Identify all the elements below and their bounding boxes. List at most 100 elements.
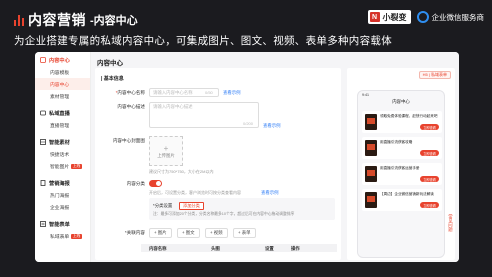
sidebar-group-label: 智能表单 (49, 221, 70, 228)
sidebar-item-content-center[interactable]: 内容中心 (35, 78, 90, 90)
sidebar-group-poster[interactable]: 营销海报 (35, 177, 90, 189)
brand-subtitle: -内容中心 (90, 15, 138, 27)
upload-label: 上传图片 (157, 152, 175, 158)
sidebar-item-label: 热门海报 (50, 193, 70, 199)
card-view-button[interactable]: 立即查看 (420, 150, 439, 156)
brand-title: 内容营销 (28, 12, 86, 28)
category-toggle[interactable] (149, 180, 162, 187)
col-action: 操作 (291, 245, 300, 251)
sidebar-group-label: 智能素材 (49, 139, 70, 146)
new-badge: 上线 (71, 233, 82, 239)
sidebar-group-smart-material[interactable]: 智能素材 (35, 136, 90, 148)
section-title-text: 基本信息 (103, 76, 124, 82)
sidebar-item-material[interactable]: 素材管理 (35, 90, 90, 102)
sidebar-item-label: 快捷话术 (50, 152, 70, 158)
sidebar-group-label: 内容中心 (49, 57, 70, 64)
desc-placeholder: 请输入内容中心描述 (153, 104, 193, 109)
partner-logos: N 小裂变 企业微信服务商 (367, 10, 485, 24)
add-image-button[interactable]: + 图片 (149, 228, 172, 238)
add-category-button[interactable]: 添加分类 (179, 202, 204, 210)
related-content-label: *关联内容 (124, 230, 145, 235)
category-setting-label: *分类设置 (153, 203, 173, 208)
sidebar-item-quick-reply[interactable]: 快捷话术 (35, 148, 90, 160)
sidebar-group-form[interactable]: 智能表单 (35, 218, 90, 230)
category-setting-box: *分类设置 添加分类 注：最多可添加20个分类，分类名称最多10个字，超过后可在… (149, 198, 335, 220)
name-label: *内容中心名称 (115, 90, 145, 95)
phone-mockup: 9:41 内容中心 领取免费体验课程，赶快行动起来吧 立即查看 用直播引流获客攻… (357, 90, 445, 258)
new-badge: 上线 (71, 163, 82, 169)
desc-example-link[interactable]: 查看示例 (263, 123, 281, 129)
wecom-logo: 企业微信服务商 (416, 11, 485, 23)
card-thumbnail (365, 114, 377, 130)
content-center-icon (40, 57, 46, 63)
sidebar-item-label: 企业海报 (50, 205, 70, 211)
sidebar-item-live-manage[interactable]: 直播管理 (35, 119, 90, 131)
plus-icon: + (163, 143, 169, 153)
promo-header: 内容营销 -内容中心 N 小裂变 企业微信服务商 为企业搭建专属的私域内容中心，… (0, 0, 492, 52)
category-note: 注：最多可添加20个分类，分类名称最多10个字，超过后可在内容中心拖动调整排序 (153, 212, 295, 216)
xiaoliebian-name: 小裂变 (382, 12, 407, 22)
desc-label: 内容中心描述 (117, 104, 145, 109)
sidebar-item-label: 内容中心 (50, 82, 70, 88)
card-view-button[interactable]: 立即查看 (420, 176, 439, 182)
card-thumbnail (365, 140, 377, 156)
form-panel: | 基本信息 *内容中心名称 请输入内容中心名称 0/50 查看示例 内容中心描… (95, 68, 341, 260)
xiaoliebian-logo: N 小裂变 (367, 10, 411, 24)
form-icon (40, 221, 46, 227)
sidebar: 内容中心 内容模板 内容中心 素材管理 私域直播 直播管理 智能素材 快捷话术 … (35, 52, 91, 262)
add-video-button[interactable]: + 视频 (205, 228, 228, 238)
desc-counter: 0/200 (243, 121, 254, 126)
name-counter: 0/50 (205, 90, 213, 95)
name-placeholder: 请输入内容中心名称 (153, 90, 193, 95)
col-cover: 头图 (211, 245, 220, 251)
card-title: 用直播引流获客运营手册 (380, 166, 420, 170)
add-form-button[interactable]: + 表单 (233, 228, 256, 238)
sidebar-group-content[interactable]: 内容中心 (35, 54, 90, 66)
preview-card[interactable]: 用直播引流获客攻略 立即查看 (362, 137, 442, 159)
phone-title: 内容中心 (392, 99, 410, 104)
sidebar-item-content-template[interactable]: 内容模板 (35, 66, 90, 78)
section-title: | 基本信息 (101, 76, 124, 82)
preview-card[interactable]: 领取免费体验课程，赶快行动起来吧 立即查看 (362, 111, 442, 133)
sidebar-item-label: 智能图片 (50, 164, 70, 170)
sidebar-item-private-form[interactable]: 私域表单 上线 (35, 230, 90, 242)
category-hint: 开启后，可设置分类，客户浏览时可按分类查看内容 (149, 190, 241, 195)
card-thumbnail (365, 192, 377, 208)
brand-title-block: 内容营销 -内容中心 (14, 10, 138, 30)
wecom-icon (416, 11, 429, 23)
card-view-button[interactable]: 立即查看 (420, 202, 439, 208)
main-area: 内容中心 | 基本信息 *内容中心名称 请输入内容中心名称 0/50 查看示例 … (91, 52, 459, 262)
add-article-button[interactable]: + 图文 (177, 228, 200, 238)
wecom-name: 企业微信服务商 (431, 12, 485, 22)
sidebar-item-label: 内容模板 (50, 70, 70, 76)
card-title: 用直播引流获客攻略 (380, 140, 413, 144)
faq-tab-label: 常见问题 (448, 214, 454, 232)
cover-upload[interactable]: + 上传图片 (149, 136, 183, 166)
brand-bars-icon (14, 14, 24, 26)
sidebar-group-label: 营销海报 (49, 180, 70, 187)
sidebar-item-smart-image[interactable]: 智能图片 上线 (35, 160, 90, 172)
poster-icon (40, 180, 46, 186)
preview-tag: H5 | 私域表单 (418, 71, 451, 79)
card-title: 领取免费体验课程，赶快行动起来吧 (380, 114, 438, 118)
sidebar-group-live[interactable]: 私域直播 (35, 107, 90, 119)
name-example-link[interactable]: 查看示例 (223, 90, 241, 96)
sidebar-item-label: 私域表单 (50, 234, 70, 240)
faq-side-tab[interactable]: 常见问题 (448, 212, 454, 246)
category-label: 内容分类 (126, 181, 145, 186)
category-example-link[interactable]: 查看示例 (261, 190, 279, 196)
sidebar-item-company-poster[interactable]: 企业海报 (35, 201, 90, 213)
sidebar-item-hot-poster[interactable]: 热门海报 (35, 189, 90, 201)
sidebar-item-label: 直播管理 (50, 123, 70, 129)
card-view-button[interactable]: 立即查看 (420, 124, 439, 130)
preview-card[interactable]: 用直播引流获客运营手册 立即查看 (362, 163, 442, 185)
content-table-header: 内容名称 头图 设置 操作 (141, 244, 337, 252)
app-window: 内容中心 内容模板 内容中心 素材管理 私域直播 直播管理 智能素材 快捷话术 … (35, 52, 459, 262)
col-setting: 设置 (265, 245, 274, 251)
preview-card[interactable]: 【周边】企业微信营销新玩法解读 立即查看 (362, 189, 442, 211)
col-content-name: 内容名称 (149, 245, 167, 251)
card-title: 【周边】企业微信营销新玩法解读 (380, 192, 434, 196)
card-thumbnail (365, 166, 377, 182)
smart-material-icon (40, 139, 46, 145)
phone-status-time: 9:41 (362, 93, 369, 97)
